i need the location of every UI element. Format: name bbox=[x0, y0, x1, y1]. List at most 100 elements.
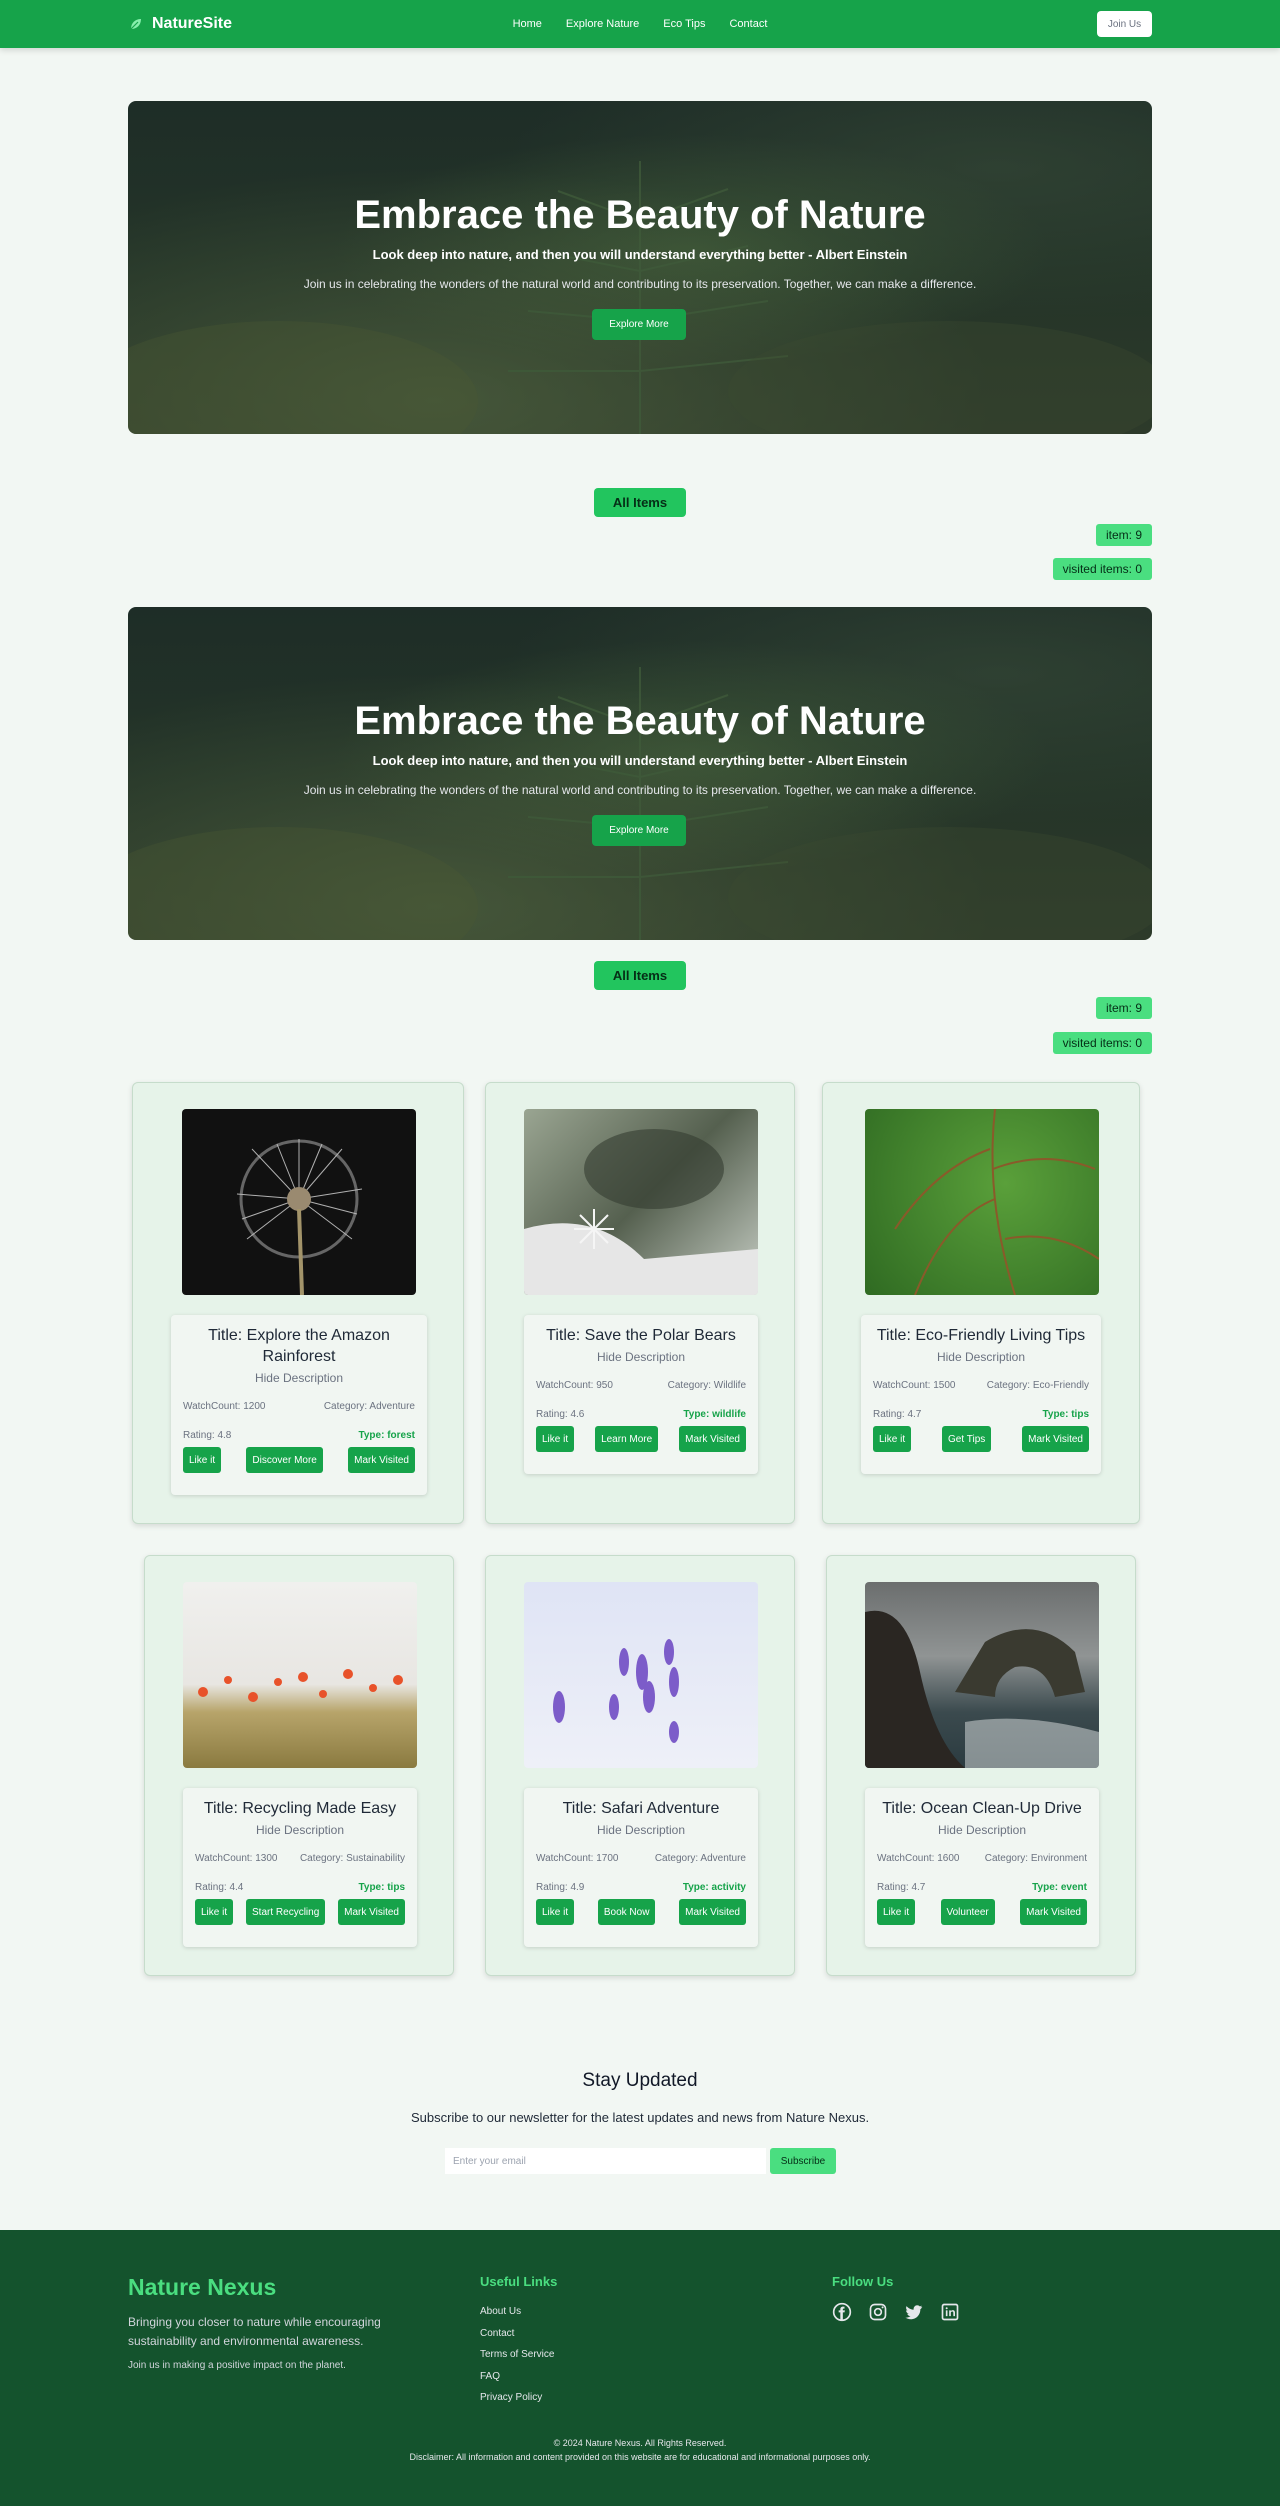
watch-count: WatchCount: 1700 bbox=[536, 1853, 619, 1864]
mark-visited-button[interactable]: Mark Visited bbox=[338, 1899, 405, 1925]
mark-visited-button[interactable]: Mark Visited bbox=[1020, 1899, 1087, 1925]
rating: Rating: 4.6 bbox=[536, 1409, 585, 1420]
like-button[interactable]: Like it bbox=[536, 1426, 575, 1452]
nav-contact[interactable]: Contact bbox=[729, 18, 767, 30]
card-title: Title: Explore the Amazon Rainforest bbox=[208, 1327, 390, 1365]
type-label: Type: wildlife bbox=[683, 1409, 746, 1420]
rating: Rating: 4.8 bbox=[183, 1430, 232, 1441]
card-body: Title: Eco-Friendly Living Tips Hide Des… bbox=[861, 1315, 1101, 1474]
useful-links-heading: Useful Links bbox=[480, 2274, 558, 2289]
card-actions: Like it Get Tips Mark Visited bbox=[873, 1426, 1089, 1452]
type-label: Type: event bbox=[1032, 1882, 1087, 1893]
card-title: Title: Save the Polar Bears bbox=[546, 1327, 736, 1344]
email-input[interactable]: Enter your email bbox=[445, 2148, 766, 2174]
rating: Rating: 4.4 bbox=[195, 1882, 244, 1893]
toggle-description-link[interactable]: Hide Description bbox=[536, 1350, 746, 1364]
item-card: Title: Recycling Made Easy Hide Descript… bbox=[144, 1555, 454, 1976]
nav-home[interactable]: Home bbox=[513, 18, 542, 30]
like-button[interactable]: Like it bbox=[183, 1447, 222, 1473]
toggle-description-link[interactable]: Hide Description bbox=[183, 1371, 415, 1385]
forest-background bbox=[128, 667, 1152, 940]
card-meta: Rating: 4.7 Type: tips bbox=[873, 1409, 1089, 1420]
card-action-button[interactable]: Volunteer bbox=[940, 1899, 995, 1925]
newsletter-text: Subscribe to our newsletter for the late… bbox=[410, 2110, 870, 2125]
toggle-description-link[interactable]: Hide Description bbox=[877, 1823, 1087, 1837]
hero-title: Embrace the Beauty of Nature bbox=[354, 699, 926, 743]
mark-visited-button[interactable]: Mark Visited bbox=[679, 1899, 746, 1925]
footer-link-contact[interactable]: Contact bbox=[480, 2328, 554, 2350]
copyright-text: © 2024 Nature Nexus. All Rights Reserved… bbox=[553, 2438, 727, 2448]
instagram-icon[interactable] bbox=[868, 2302, 888, 2322]
card-body: Title: Ocean Clean-Up Drive Hide Descrip… bbox=[865, 1788, 1099, 1947]
card-actions: Like it Discover More Mark Visited bbox=[183, 1447, 415, 1473]
card-image-poppies bbox=[183, 1582, 417, 1768]
like-button[interactable]: Like it bbox=[536, 1899, 575, 1925]
card-meta: WatchCount: 1300 Category: Sustainability bbox=[195, 1853, 405, 1864]
card-action-button[interactable]: Learn More bbox=[595, 1426, 659, 1452]
toggle-description-link[interactable]: Hide Description bbox=[195, 1823, 405, 1837]
card-image-snowflake bbox=[524, 1109, 758, 1295]
card-title: Title: Eco-Friendly Living Tips bbox=[876, 1327, 1086, 1344]
mark-visited-button[interactable]: Mark Visited bbox=[679, 1426, 746, 1452]
visited-count-badge: visited items: 0 bbox=[1052, 1032, 1152, 1054]
mark-visited-button[interactable]: Mark Visited bbox=[1022, 1426, 1089, 1452]
category: Category: Adventure bbox=[654, 1853, 746, 1864]
card-action-button[interactable]: Get Tips bbox=[942, 1426, 992, 1452]
card-image-crocus bbox=[524, 1582, 758, 1768]
like-button[interactable]: Like it bbox=[877, 1899, 916, 1925]
category: Category: Eco-Friendly bbox=[986, 1380, 1089, 1391]
mark-visited-button[interactable]: Mark Visited bbox=[348, 1447, 415, 1473]
leaf-icon bbox=[130, 19, 141, 30]
card-meta: Rating: 4.4 Type: tips bbox=[195, 1882, 405, 1893]
card-actions: Like it Book Now Mark Visited bbox=[536, 1899, 746, 1925]
item-card: Title: Eco-Friendly Living Tips Hide Des… bbox=[822, 1082, 1140, 1524]
join-us-button[interactable]: Join Us bbox=[1097, 11, 1152, 37]
type-label: Type: forest bbox=[358, 1430, 416, 1441]
like-button[interactable]: Like it bbox=[873, 1426, 912, 1452]
item-card: Title: Safari Adventure Hide Description… bbox=[485, 1555, 795, 1976]
all-items-button[interactable]: All Items bbox=[594, 961, 686, 990]
card-meta: Rating: 4.6 Type: wildlife bbox=[536, 1409, 746, 1420]
item-card: Title: Save the Polar Bears Hide Descrip… bbox=[485, 1082, 795, 1524]
twitter-icon[interactable] bbox=[904, 2302, 924, 2322]
explore-more-button[interactable]: Explore More bbox=[592, 309, 686, 340]
card-action-button[interactable]: Discover More bbox=[246, 1447, 323, 1473]
facebook-icon[interactable] bbox=[832, 2302, 852, 2322]
card-image-dandelion bbox=[182, 1109, 416, 1295]
category: Category: Wildlife bbox=[667, 1380, 746, 1391]
footer-link-privacy[interactable]: Privacy Policy bbox=[480, 2392, 554, 2414]
explore-more-button[interactable]: Explore More bbox=[592, 815, 686, 846]
item-card: Title: Ocean Clean-Up Drive Hide Descrip… bbox=[826, 1555, 1136, 1976]
card-title: Title: Recycling Made Easy bbox=[203, 1800, 397, 1817]
brand-logo[interactable]: NatureSite bbox=[128, 15, 232, 33]
toggle-description-link[interactable]: Hide Description bbox=[536, 1823, 746, 1837]
watch-count: WatchCount: 1300 bbox=[195, 1853, 278, 1864]
card-actions: Like it Learn More Mark Visited bbox=[536, 1426, 746, 1452]
linkedin-icon[interactable] bbox=[940, 2302, 960, 2322]
brand-name: NatureSite bbox=[152, 15, 233, 32]
type-label: Type: tips bbox=[358, 1882, 405, 1893]
toggle-description-link[interactable]: Hide Description bbox=[873, 1350, 1089, 1364]
type-label: Type: activity bbox=[682, 1882, 746, 1893]
watch-count: WatchCount: 1600 bbox=[877, 1853, 960, 1864]
site-footer: Nature Nexus Bringing you closer to natu… bbox=[0, 2230, 1280, 2506]
footer-link-terms[interactable]: Terms of Service bbox=[480, 2349, 554, 2371]
card-action-button[interactable]: Book Now bbox=[597, 1899, 656, 1925]
nav-explore-nature[interactable]: Explore Nature bbox=[566, 18, 639, 30]
subscribe-button[interactable]: Subscribe bbox=[770, 2148, 836, 2174]
footer-brand: Nature Nexus bbox=[128, 2274, 277, 2300]
category: Category: Environment bbox=[984, 1853, 1087, 1864]
all-items-button[interactable]: All Items bbox=[594, 488, 686, 517]
footer-tagline: Join us in making a positive impact on t… bbox=[128, 2360, 346, 2371]
social-links bbox=[832, 2302, 960, 2322]
item-count-badge: item: 9 bbox=[1095, 524, 1152, 546]
like-button[interactable]: Like it bbox=[195, 1899, 234, 1925]
card-body: Title: Explore the Amazon Rainforest Hid… bbox=[171, 1315, 427, 1495]
footer-link-about[interactable]: About Us bbox=[480, 2306, 554, 2328]
card-action-button[interactable]: Start Recycling bbox=[246, 1899, 326, 1925]
card-meta: WatchCount: 1500 Category: Eco-Friendly bbox=[873, 1380, 1089, 1391]
footer-description: Bringing you closer to nature while enco… bbox=[128, 2315, 381, 2348]
footer-link-faq[interactable]: FAQ bbox=[480, 2371, 554, 2393]
item-count-badge: item: 9 bbox=[1095, 997, 1152, 1019]
nav-eco-tips[interactable]: Eco Tips bbox=[663, 18, 705, 30]
